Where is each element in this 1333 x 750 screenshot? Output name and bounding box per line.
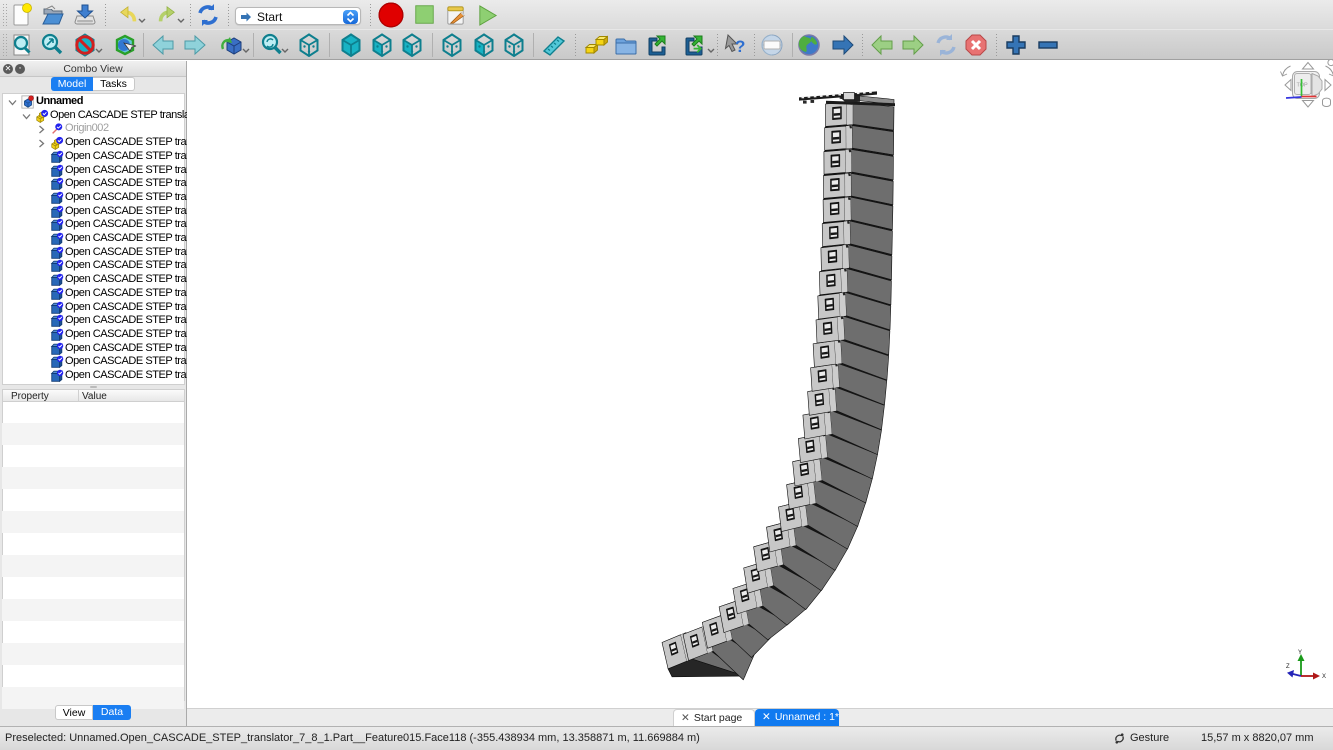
svg-text:Y: Y (1298, 650, 1302, 656)
svg-text:?: ? (735, 37, 745, 56)
svg-text:Z: Z (1286, 664, 1290, 670)
svg-text:X: X (1322, 674, 1326, 680)
